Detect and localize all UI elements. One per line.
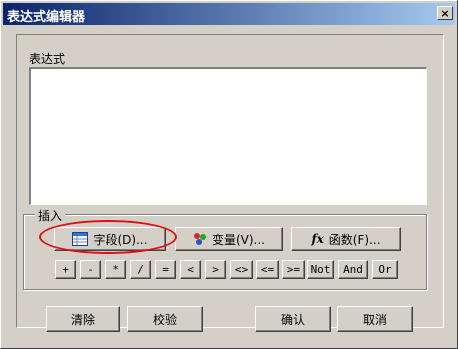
insert-field-button[interactable]: 字段(D)...	[54, 227, 166, 251]
operator-multiply-button[interactable]: *	[105, 260, 126, 279]
operator-equal-button[interactable]: =	[155, 260, 176, 279]
expression-editor-dialog: 表达式编辑器 × 表达式 插入 字段(D)... 变量(V)... fx 函数(…	[0, 0, 458, 349]
insert-variable-label: 变量(V)...	[211, 232, 266, 247]
function-icon: fx	[311, 232, 324, 246]
validate-button[interactable]: 校验	[127, 306, 203, 332]
operator-not-button[interactable]: Not	[307, 260, 334, 279]
field-table-icon	[72, 232, 89, 246]
operator-greater-equal-button[interactable]: >=	[282, 260, 305, 279]
operator-or-button[interactable]: Or	[372, 260, 398, 279]
insert-function-label: 函数(F)...	[328, 232, 381, 247]
window-title: 表达式编辑器	[7, 10, 86, 25]
operator-greater-button[interactable]: >	[205, 260, 226, 279]
clear-button[interactable]: 清除	[46, 306, 120, 332]
insert-group-label: 插入	[35, 207, 66, 224]
operator-minus-button[interactable]: -	[80, 260, 101, 279]
insert-field-label: 字段(D)...	[93, 232, 148, 247]
expression-label: 表达式	[29, 52, 66, 66]
operator-plus-button[interactable]: +	[55, 260, 76, 279]
close-icon: ×	[440, 6, 450, 20]
operator-less-equal-button[interactable]: <=	[256, 260, 279, 279]
operator-less-button[interactable]: <	[180, 260, 201, 279]
insert-variable-button[interactable]: 变量(V)...	[175, 227, 283, 251]
operator-and-button[interactable]: And	[338, 260, 368, 279]
expression-input[interactable]	[29, 67, 427, 205]
ok-button[interactable]: 确认	[255, 306, 331, 332]
title-bar[interactable]: 表达式编辑器 ×	[3, 3, 455, 25]
close-button[interactable]: ×	[437, 6, 453, 20]
insert-function-button[interactable]: fx 函数(F)...	[291, 227, 401, 251]
operator-divide-button[interactable]: /	[130, 260, 151, 279]
operator-not-equal-button[interactable]: <>	[230, 260, 253, 279]
variable-icon	[193, 232, 207, 246]
cancel-button[interactable]: 取消	[337, 306, 413, 332]
